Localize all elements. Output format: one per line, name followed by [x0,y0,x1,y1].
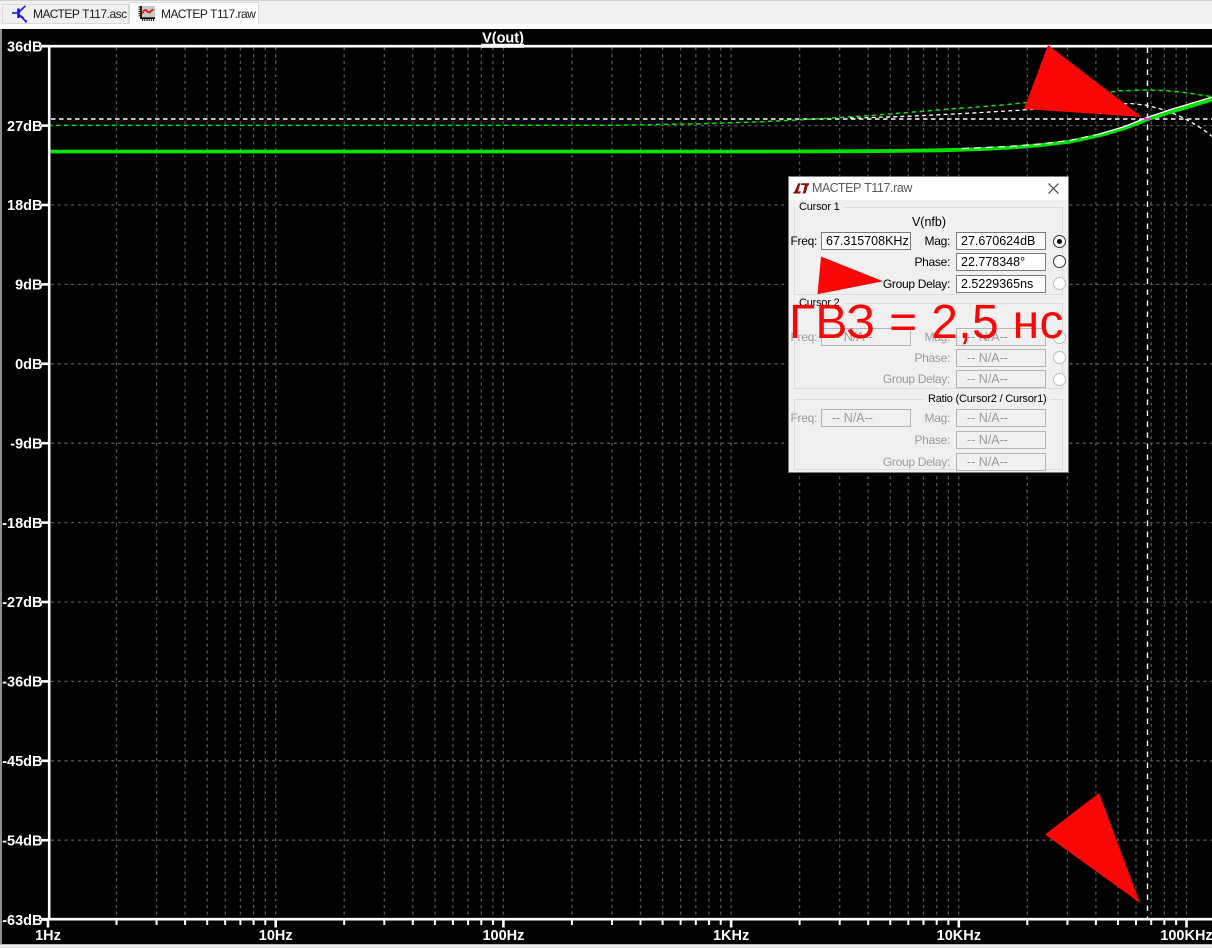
svg-text:V(out): V(out) [482,31,524,47]
svg-text:9dB: 9dB [15,278,42,294]
svg-text:-36dB: -36dB [2,675,42,691]
svg-text:-27dB: -27dB [2,595,42,611]
svg-text:10KHz: 10KHz [937,928,981,944]
svg-text:1Hz: 1Hz [35,928,61,944]
svg-text:100KHz: 100KHz [1160,928,1212,944]
svg-text:18dB: 18dB [7,198,42,214]
svg-text:-54dB: -54dB [2,833,42,849]
svg-text:-63dB: -63dB [2,913,42,929]
svg-text:27dB: 27dB [7,119,42,135]
svg-text:1KHz: 1KHz [713,928,749,944]
svg-text:-45dB: -45dB [2,754,42,770]
svg-text:-9dB: -9dB [10,436,42,452]
svg-text:10Hz: 10Hz [259,928,293,944]
svg-text:100Hz: 100Hz [482,928,524,944]
svg-text:36dB: 36dB [7,39,42,55]
svg-text:0dB: 0dB [15,357,42,373]
svg-text:-18dB: -18dB [2,516,42,532]
